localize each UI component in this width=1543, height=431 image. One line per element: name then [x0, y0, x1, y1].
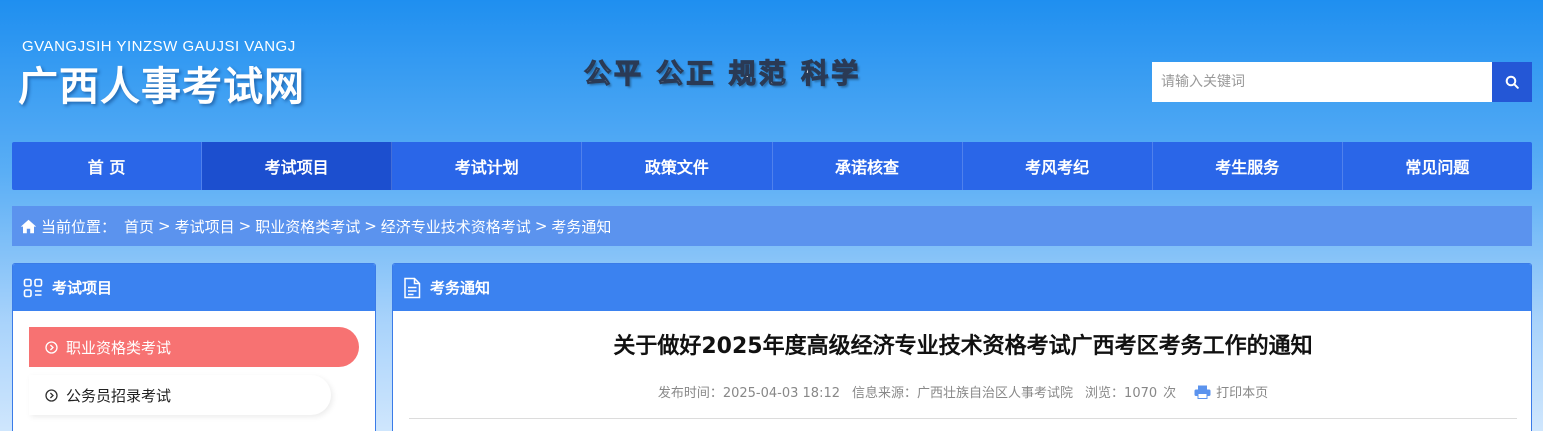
breadcrumb-label: 当前位置：: [41, 217, 117, 236]
search-input[interactable]: [1152, 62, 1492, 102]
views-value: 1070: [1124, 386, 1158, 401]
search-icon: [1505, 75, 1519, 89]
nav-exam-projects[interactable]: 考试项目: [202, 142, 393, 190]
breadcrumb-separator: >: [364, 217, 377, 235]
article-divider: [409, 418, 1517, 419]
sidebar-item-label: 公务员招录考试: [66, 386, 172, 405]
breadcrumb-economic[interactable]: 经济专业技术资格考试: [381, 216, 531, 237]
nav-candidate-service[interactable]: 考生服务: [1153, 142, 1343, 190]
main-nav: 首 页 考试项目 考试计划 政策文件 承诺核查 考风考纪 考生服务 常见问题: [12, 142, 1532, 190]
breadcrumb: 当前位置： 首页 > 考试项目 > 职业资格类考试 > 经济专业技术资格考试 >…: [12, 206, 1532, 246]
sidebar-item-qualification[interactable]: 职业资格类考试: [29, 327, 359, 367]
views-label: 浏览：: [1085, 386, 1125, 401]
nav-faq[interactable]: 常见问题: [1343, 142, 1532, 190]
breadcrumb-separator: >: [158, 217, 171, 235]
logo-english: GVANGJSIH YINZSW GAUJSI VANGJ: [22, 38, 296, 55]
article-section-header: 考务通知: [393, 264, 1531, 311]
grid-icon: [23, 278, 43, 298]
publish-time: 发布时间：2025-04-03 18:12: [658, 382, 840, 401]
publish-label: 发布时间：: [657, 386, 723, 401]
breadcrumb-home[interactable]: 首页: [124, 216, 154, 237]
sidebar-list: 职业资格类考试 公务员招录考试: [13, 311, 375, 415]
view-count: 浏览：1070 次: [1085, 382, 1176, 401]
sidebar-item-label: 职业资格类考试: [66, 338, 172, 357]
print-page-link[interactable]: 打印本页: [1188, 382, 1268, 401]
article-section-title: 考务通知: [430, 279, 491, 297]
publish-value: 2025-04-03 18:12: [722, 386, 840, 401]
nav-policy-files[interactable]: 政策文件: [582, 142, 773, 190]
document-icon: [403, 277, 421, 299]
nav-home[interactable]: 首 页: [12, 142, 203, 190]
info-source: 信息来源：广西壮族自治区人事考试院: [852, 382, 1073, 401]
breadcrumb-separator: >: [238, 217, 252, 235]
search-button[interactable]: [1492, 62, 1532, 102]
views-unit: 次: [1163, 386, 1177, 401]
breadcrumb-current[interactable]: 考务通知: [551, 216, 611, 237]
slogan: 公平 公正 规范 科学: [583, 58, 862, 90]
breadcrumb-exam-projects[interactable]: 考试项目: [175, 216, 235, 237]
sidebar-title: 考试项目: [52, 279, 113, 297]
article-panel: 考务通知 关于做好2025年度高级经济专业技术资格考试广西考区考务工作的通知 发…: [392, 263, 1532, 431]
article-title: 关于做好2025年度高级经济专业技术资格考试广西考区考务工作的通知: [613, 334, 1313, 359]
sidebar-panel: 考试项目 职业资格类考试 公务员招录考试: [12, 263, 376, 431]
source-label: 信息来源：: [852, 386, 918, 401]
search-bar: [1152, 62, 1532, 102]
circle-chevron-icon: [45, 388, 58, 402]
nav-commitment-check[interactable]: 承诺核查: [773, 142, 963, 190]
print-label: 打印本页: [1216, 386, 1269, 401]
printer-icon: [1194, 385, 1211, 399]
breadcrumb-separator: >: [534, 217, 548, 235]
home-icon: [20, 219, 37, 234]
nav-exam-plan[interactable]: 考试计划: [392, 142, 583, 190]
source-value: 广西壮族自治区人事考试院: [917, 386, 1074, 401]
sidebar-item-civil-service[interactable]: 公务员招录考试: [29, 375, 331, 415]
site-logo[interactable]: 广西人事考试网: [18, 54, 305, 112]
article-meta: 发布时间：2025-04-03 18:12 信息来源：广西壮族自治区人事考试院 …: [393, 382, 1531, 401]
sidebar-header: 考试项目: [13, 264, 375, 311]
breadcrumb-qualification[interactable]: 职业资格类考试: [255, 216, 360, 237]
nav-exam-discipline[interactable]: 考风考纪: [963, 142, 1153, 190]
header: GVANGJSIH YINZSW GAUJSI VANGJ 广西人事考试网 公平…: [0, 0, 1543, 140]
circle-chevron-icon: [45, 340, 58, 354]
